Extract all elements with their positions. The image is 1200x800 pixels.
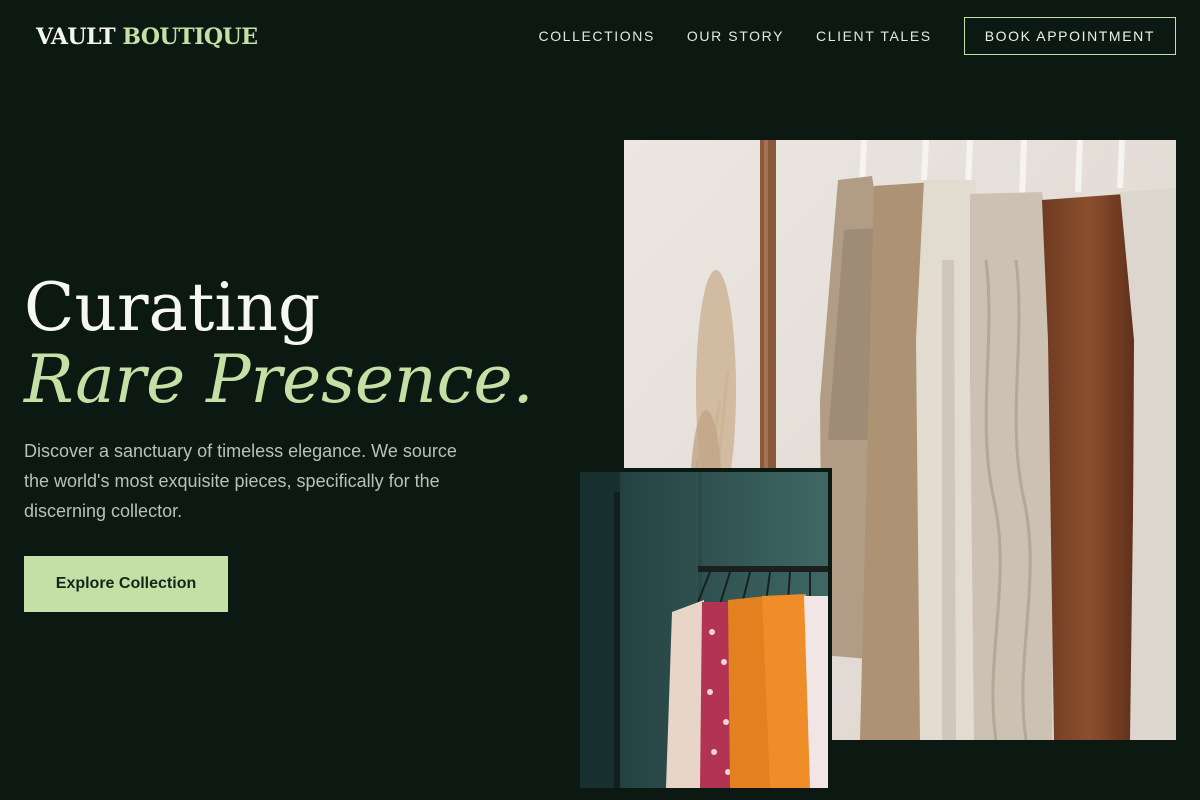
hero-title: Curating Rare Presence. xyxy=(24,272,534,416)
boutique-rack-image xyxy=(580,468,832,788)
hero-description: Discover a sanctuary of timeless eleganc… xyxy=(24,441,457,521)
hero-title-line1: Curating xyxy=(24,269,321,346)
main-nav: COLLECTIONS OUR STORY CLIENT TALES BOOK … xyxy=(538,17,1176,55)
brand-logo[interactable]: VAULT BOUTIQUE xyxy=(36,24,258,50)
brand-name-part2: BOUTIQUE xyxy=(122,24,258,50)
explore-collection-button[interactable]: Explore Collection xyxy=(24,556,228,612)
nav-link-client-tales[interactable]: CLIENT TALES xyxy=(816,28,932,44)
brand-name-part1: VAULT xyxy=(36,24,116,50)
nav-link-collections[interactable]: COLLECTIONS xyxy=(538,28,654,44)
hero-title-line2: Rare Presence. xyxy=(24,341,534,418)
book-appointment-button[interactable]: BOOK APPOINTMENT xyxy=(963,17,1176,55)
nav-link-our-story[interactable]: OUR STORY xyxy=(687,28,784,44)
